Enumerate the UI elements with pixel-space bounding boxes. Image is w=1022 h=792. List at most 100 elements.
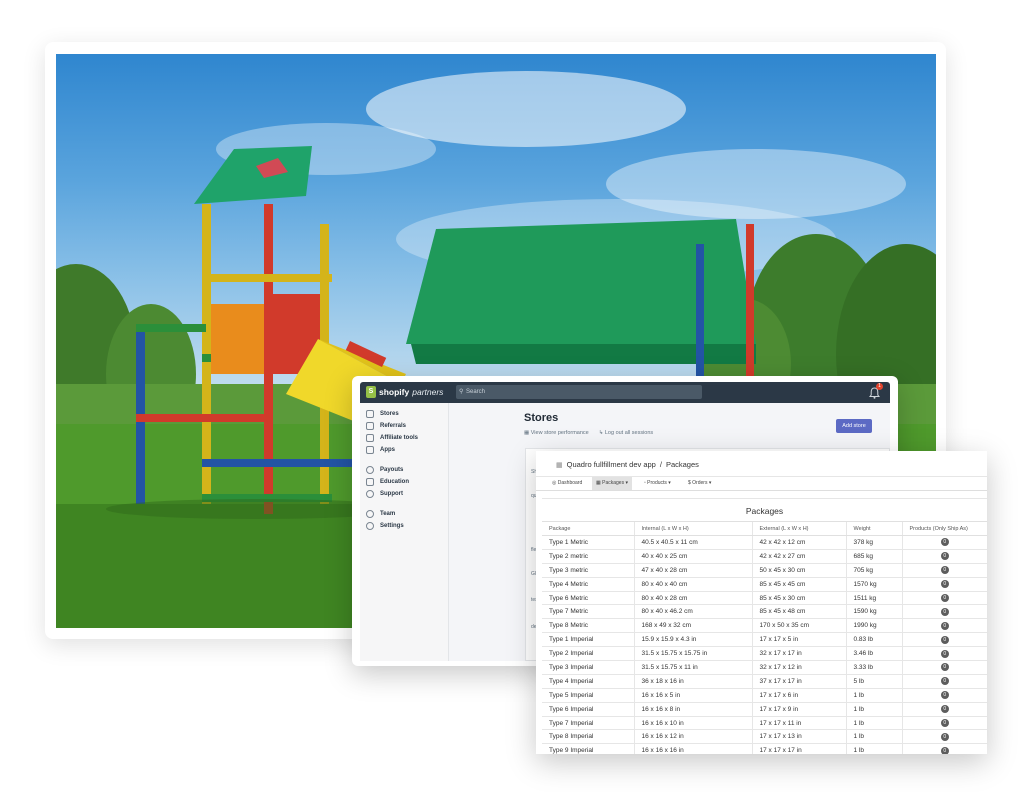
- product-count-badge[interactable]: 0: [940, 594, 949, 602]
- packages-icon: ▦: [596, 480, 601, 486]
- page-title: Stores: [524, 412, 559, 424]
- table-row[interactable]: Type 4 Metric 80 x 40 x 40 cm 85 x 45 x 45…: [542, 577, 987, 592]
- product-count-badge[interactable]: 0: [940, 719, 949, 728]
- chevron-down-icon: ▾: [668, 480, 671, 486]
- product-count-badge[interactable]: 0: [940, 580, 949, 589]
- sidebar-item-support[interactable]: Support: [366, 490, 403, 498]
- product-count-badge[interactable]: 0: [940, 705, 949, 714]
- table-row[interactable]: Type 1 Imperial 15.9 x 15.9 x 4.3 in 17 x …: [542, 632, 987, 648]
- products-icon: ▫: [644, 480, 646, 486]
- sidebar-item-label: Support: [380, 491, 403, 497]
- product-count-badge[interactable]: 0: [940, 677, 949, 686]
- column-header: External (L x W x H): [751, 521, 846, 536]
- affiliate-tools-icon: [366, 434, 374, 442]
- table-cell: Type 6 Imperial: [542, 702, 634, 717]
- partners-sidebar: Stores Referrals Affiliate tools Apps Pa…: [360, 403, 449, 661]
- table-row[interactable]: Type 7 Imperial 16 x 16 x 10 in 17 x 17 x …: [542, 716, 987, 731]
- tab-packages[interactable]: ▦ Packages ▾: [592, 477, 632, 490]
- table-cell: Type 6 Metric: [542, 591, 634, 606]
- product-count-badge[interactable]: 0: [940, 732, 949, 741]
- table-row[interactable]: Type 6 Imperial 16 x 16 x 8 in 17 x 17 x 9…: [542, 702, 987, 717]
- table-cell: 170 x 50 x 35 cm: [751, 618, 846, 634]
- table-row[interactable]: Type 1 Metric 40.5 x 40.5 x 11 cm 42 x 42 …: [542, 535, 987, 550]
- product-count-badge[interactable]: 0: [940, 635, 949, 644]
- table-row[interactable]: Type 3 Imperial 31.5 x 15.75 x 11 in 32 x …: [542, 660, 987, 675]
- table-row[interactable]: Type 3 metric 47 x 40 x 28 cm 50 x 45 x 30…: [542, 563, 987, 578]
- product-count-badge[interactable]: 0: [940, 538, 949, 547]
- table-cell: 85 x 45 x 45 cm: [751, 577, 846, 592]
- table-row[interactable]: Type 9 Imperial 16 x 16 x 16 in 17 x 17 x …: [542, 743, 987, 754]
- tab-orders[interactable]: $ Orders ▾: [684, 477, 715, 490]
- product-count-badge[interactable]: 0: [940, 552, 949, 561]
- table-cell: 1590 kg: [845, 604, 902, 620]
- table-cell: 80 x 40 x 28 cm: [633, 591, 752, 606]
- tab-label: Packages: [602, 480, 625, 486]
- view-store-performance-link[interactable]: ▦ View store performance: [524, 430, 589, 436]
- breadcrumb-current: Packages: [665, 460, 699, 469]
- table-cell: Type 8 Metric: [542, 618, 634, 634]
- table-header-row: Package Internal (L x W x H) External (L…: [542, 521, 987, 536]
- sidebar-item-label: Affiliate tools: [380, 435, 419, 441]
- sidebar-item-referrals[interactable]: Referrals: [366, 422, 406, 430]
- product-count-badge[interactable]: 0: [940, 566, 949, 575]
- product-count-cell: 0: [901, 688, 987, 703]
- table-cell: Type 4 Imperial: [542, 674, 634, 689]
- product-count-badge[interactable]: 0: [940, 649, 949, 658]
- tab-products[interactable]: ▫ Products ▾: [640, 477, 675, 490]
- tab-dashboard[interactable]: ◎ Dashboard: [548, 477, 586, 490]
- column-header: Weight: [845, 521, 902, 536]
- product-count-badge[interactable]: 0: [940, 663, 949, 672]
- shopify-partners-logo[interactable]: S shopify partners: [366, 386, 443, 398]
- sidebar-item-apps[interactable]: Apps: [366, 446, 395, 454]
- product-count-badge[interactable]: 0: [940, 607, 949, 616]
- sidebar-item-team[interactable]: Team: [366, 510, 395, 518]
- table-cell: 1990 kg: [845, 618, 902, 634]
- search-input[interactable]: ⚲ Search: [456, 385, 702, 399]
- product-count-badge[interactable]: 0: [940, 746, 949, 754]
- product-count-badge[interactable]: 0: [940, 691, 949, 700]
- table-cell: 47 x 40 x 28 cm: [633, 563, 752, 578]
- table-cell: Type 9 Imperial: [542, 743, 634, 754]
- table-cell: 17 x 17 x 9 in: [751, 702, 846, 717]
- table-row[interactable]: Type 2 metric 40 x 40 x 25 cm 42 x 42 x 27…: [542, 549, 987, 564]
- table-row[interactable]: Type 7 Metric 80 x 40 x 46.2 cm 85 x 45 x …: [542, 604, 987, 620]
- product-count-badge[interactable]: 0: [940, 621, 949, 630]
- table-row[interactable]: Type 8 Metric 168 x 49 x 32 cm 170 x 50 x …: [542, 618, 987, 634]
- table-row[interactable]: Type 4 Imperial 36 x 18 x 16 in 37 x 17 x …: [542, 674, 987, 689]
- table-cell: Type 1 Imperial: [542, 632, 634, 648]
- table-cell: Type 2 Imperial: [542, 646, 634, 662]
- referrals-icon: [366, 422, 374, 430]
- table-cell: Type 3 metric: [542, 563, 634, 578]
- table-cell: 42 x 42 x 12 cm: [751, 535, 846, 550]
- table-cell: 16 x 16 x 16 in: [633, 743, 752, 754]
- notification-badge: 1: [876, 383, 883, 390]
- table-cell: 168 x 49 x 32 cm: [633, 618, 752, 634]
- table-cell: 1511 kg: [845, 591, 902, 606]
- column-header: Internal (L x W x H): [633, 521, 752, 536]
- log-out-sessions-link[interactable]: ↳ Log out all sessions: [599, 430, 653, 436]
- table-row[interactable]: Type 6 Metric 80 x 40 x 28 cm 85 x 45 x 30…: [542, 591, 987, 606]
- logo-brand: shopify: [379, 387, 410, 397]
- table-cell: 1 lb: [845, 729, 902, 745]
- table-cell: 31.5 x 15.75 x 11 in: [633, 660, 752, 675]
- table-row[interactable]: Type 5 Imperial 16 x 16 x 5 in 17 x 17 x 6…: [542, 688, 987, 703]
- notifications-button[interactable]: 1: [868, 383, 883, 399]
- table-cell: 32 x 17 x 12 in: [751, 660, 846, 675]
- sidebar-item-education[interactable]: Education: [366, 478, 409, 486]
- table-cell: 1 lb: [845, 688, 902, 703]
- product-count-cell: 0: [901, 660, 987, 675]
- add-store-button[interactable]: Add store: [836, 419, 872, 433]
- product-count-cell: 0: [901, 646, 987, 662]
- breadcrumb-app[interactable]: Quadro fullfillment dev app: [567, 460, 656, 469]
- product-count-cell: 0: [901, 743, 987, 754]
- sidebar-item-payouts[interactable]: Payouts: [366, 466, 403, 474]
- product-count-cell: 0: [901, 674, 987, 689]
- sidebar-item-affiliate-tools[interactable]: Affiliate tools: [366, 434, 418, 442]
- sidebar-item-stores[interactable]: Stores: [366, 410, 399, 418]
- table-row[interactable]: Type 2 Imperial 31.5 x 15.75 x 15.75 in 32…: [542, 646, 987, 662]
- store-icon: [366, 410, 374, 418]
- table-row[interactable]: Type 8 Imperial 16 x 16 x 12 in 17 x 17 x …: [542, 729, 987, 745]
- sidebar-item-settings[interactable]: Settings: [366, 522, 404, 530]
- app-grid-icon: ▦: [556, 461, 563, 469]
- table-cell: 0.83 lb: [845, 632, 902, 648]
